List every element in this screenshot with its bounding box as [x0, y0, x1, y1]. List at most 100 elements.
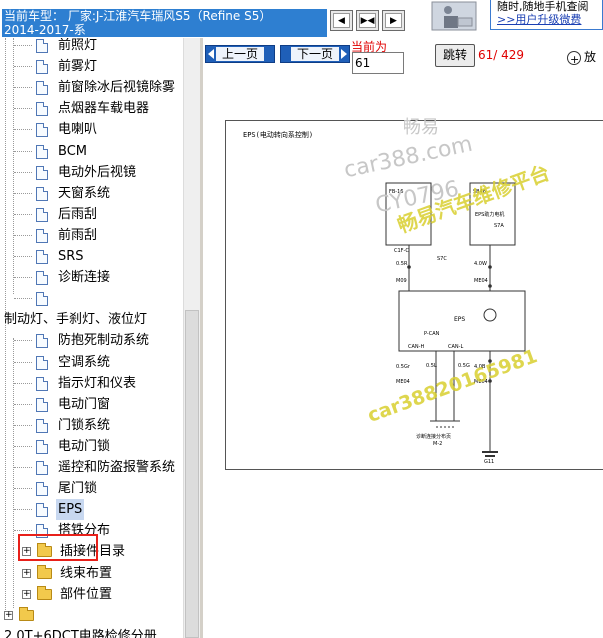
tree-item-label: 部件位置: [60, 586, 113, 602]
tree-item[interactable]: 天窗系统: [0, 183, 183, 204]
tree-item[interactable]: [0, 288, 183, 309]
tree-item[interactable]: 前照灯: [0, 38, 183, 56]
folder-icon: [37, 585, 52, 600]
tree-item[interactable]: 防抱死制动系统: [0, 330, 183, 351]
current-page-input[interactable]: 61: [352, 52, 404, 74]
tree-item-label: 后雨刮: [58, 206, 98, 222]
tree-connector: [14, 234, 32, 236]
tree-item-label: 尾门锁: [58, 481, 98, 497]
tree-item-label: 点烟器车载电器: [58, 101, 150, 117]
tree-item[interactable]: 后雨刮: [0, 204, 183, 225]
tree-item-label: 门锁系统: [58, 417, 111, 433]
scrollbar-thumb[interactable]: [185, 310, 199, 638]
page-toolbar: 上一页 下一页 当前为 61 跳转 61/ 429 放: [203, 38, 603, 75]
tree-connector: [14, 488, 32, 490]
tree-item[interactable]: 尾门锁: [0, 478, 183, 499]
tree-item[interactable]: 空调系统: [0, 352, 183, 373]
next-page-label: 下一页: [291, 47, 339, 61]
header-bar: 当前车型： 厂家:J-江淮汽车瑞风S5（Refine S5） 2014-2017…: [0, 0, 603, 38]
tree-connector: [14, 382, 32, 384]
document-icon: [36, 418, 48, 433]
document-icon: [36, 60, 48, 75]
tree-item-label: SRS: [58, 249, 84, 264]
forward-arrow-icon[interactable]: ▶: [382, 10, 405, 31]
prev-page-button[interactable]: 上一页: [205, 45, 275, 63]
tree-item-label: 前窗除冰后视镜除雾: [58, 80, 176, 96]
tree-item[interactable]: 电动门窗: [0, 394, 183, 415]
wire-label: 4.0B: [474, 364, 486, 370]
tree-item[interactable]: 点烟器车载电器: [0, 98, 183, 119]
eps-highlight-box: [18, 534, 98, 561]
sidebar-scrollbar[interactable]: [183, 38, 200, 638]
eps-module-label: EPS: [454, 316, 466, 323]
upgrade-text-box[interactable]: 随时,随地手机查阅 >>用户升级微费: [490, 0, 603, 30]
upgrade-link[interactable]: >>用户升级微费: [497, 13, 602, 26]
zoom-label: 放: [584, 50, 597, 64]
jump-button[interactable]: 跳转: [435, 44, 475, 67]
tree-item-label: 诊断连接: [58, 270, 111, 286]
wire-label: 0.5R: [396, 261, 408, 267]
tree-item[interactable]: SRS: [0, 246, 183, 267]
split-view-icon[interactable]: ▶◀: [356, 10, 379, 31]
tree-item[interactable]: +: [0, 605, 183, 626]
diag-ref-label: M-2: [433, 441, 443, 447]
tree-item[interactable]: 遥控和防盗报警系统: [0, 457, 183, 478]
tree-item[interactable]: 前雾灯: [0, 56, 183, 77]
document-icon: [36, 461, 48, 475]
folder-icon: [19, 606, 34, 621]
tree-item[interactable]: + 部件位置: [0, 584, 183, 605]
wire-label: 4.0W: [474, 261, 487, 267]
tree-item[interactable]: + 线束布置: [0, 563, 183, 584]
tree-item-label: 前雨刮: [58, 227, 98, 243]
expand-icon[interactable]: +: [22, 568, 31, 578]
page-count: 61/ 429: [478, 48, 525, 62]
document-icon: [36, 228, 48, 243]
document-icon: [36, 102, 48, 117]
document-icon: [36, 207, 48, 222]
tree-item-label: 电动门窗: [58, 396, 111, 412]
tree-item[interactable]: 前雨刮: [0, 225, 183, 246]
document-icon: [36, 144, 48, 159]
tree-item[interactable]: 门锁系统: [0, 415, 183, 436]
tree-item-eps[interactable]: EPS: [0, 499, 183, 521]
expand-icon[interactable]: +: [22, 589, 31, 599]
tree-item[interactable]: 制动灯、手刹灯、液位灯: [0, 309, 183, 330]
tree-item[interactable]: 前窗除冰后视镜除雾: [0, 77, 183, 98]
zoom-button[interactable]: 放: [567, 46, 603, 68]
ground-label: G11: [484, 459, 495, 465]
next-arrow-icon: [341, 49, 347, 59]
app-window: 当前车型： 厂家:J-江淮汽车瑞风S5（Refine S5） 2014-2017…: [0, 0, 603, 638]
wire-label: ME04: [474, 379, 488, 385]
tree-connector: [14, 129, 32, 131]
document-icon: [36, 334, 48, 349]
tree-item-label: 电动门锁: [58, 438, 111, 454]
left-connector-label: C1F-C: [394, 248, 409, 254]
tree-connector: [14, 108, 32, 110]
right-fuse-sublabel: EPS助力电机: [475, 212, 505, 218]
next-page-button[interactable]: 下一页: [280, 45, 350, 63]
expand-icon[interactable]: +: [4, 610, 13, 620]
tree-item[interactable]: 电喇叭: [0, 119, 183, 140]
tree-item[interactable]: BCM: [0, 141, 183, 162]
back-arrow-icon[interactable]: ◀: [330, 10, 353, 31]
nav-icon-group: ◀ ▶◀ ▶: [330, 10, 405, 31]
diag-connector-label: 诊断连接分布页: [416, 434, 452, 440]
tree-item-label: 电动外后视镜: [58, 164, 137, 180]
upgrade-banner[interactable]: 随时,随地手机查阅 >>用户升级微费: [418, 0, 603, 38]
document-icon: [36, 376, 48, 391]
vehicle-line-1: 当前车型： 厂家:J-江淮汽车瑞风S5（Refine S5）: [4, 9, 272, 23]
zoom-in-icon: [567, 49, 581, 68]
tree-item-label: 前雾灯: [58, 59, 98, 75]
folder-icon: [37, 564, 52, 579]
tree-item[interactable]: 诊断连接: [0, 267, 183, 288]
document-icon: [36, 482, 48, 497]
wire-label: ME04: [474, 278, 488, 284]
tree-item[interactable]: 电动门锁: [0, 436, 183, 457]
tree-item[interactable]: 指示灯和仪表: [0, 373, 183, 394]
tree-item-label: 2.0T+6DCT电路检修分册: [4, 628, 157, 638]
tree-item[interactable]: 电动外后视镜: [0, 162, 183, 183]
tree-item-label: 制动灯、手刹灯、液位灯: [4, 312, 148, 328]
mascot-icon: [418, 0, 488, 38]
document-icon: [36, 292, 48, 307]
tree-item[interactable]: 2.0T+6DCT电路检修分册: [0, 626, 183, 638]
